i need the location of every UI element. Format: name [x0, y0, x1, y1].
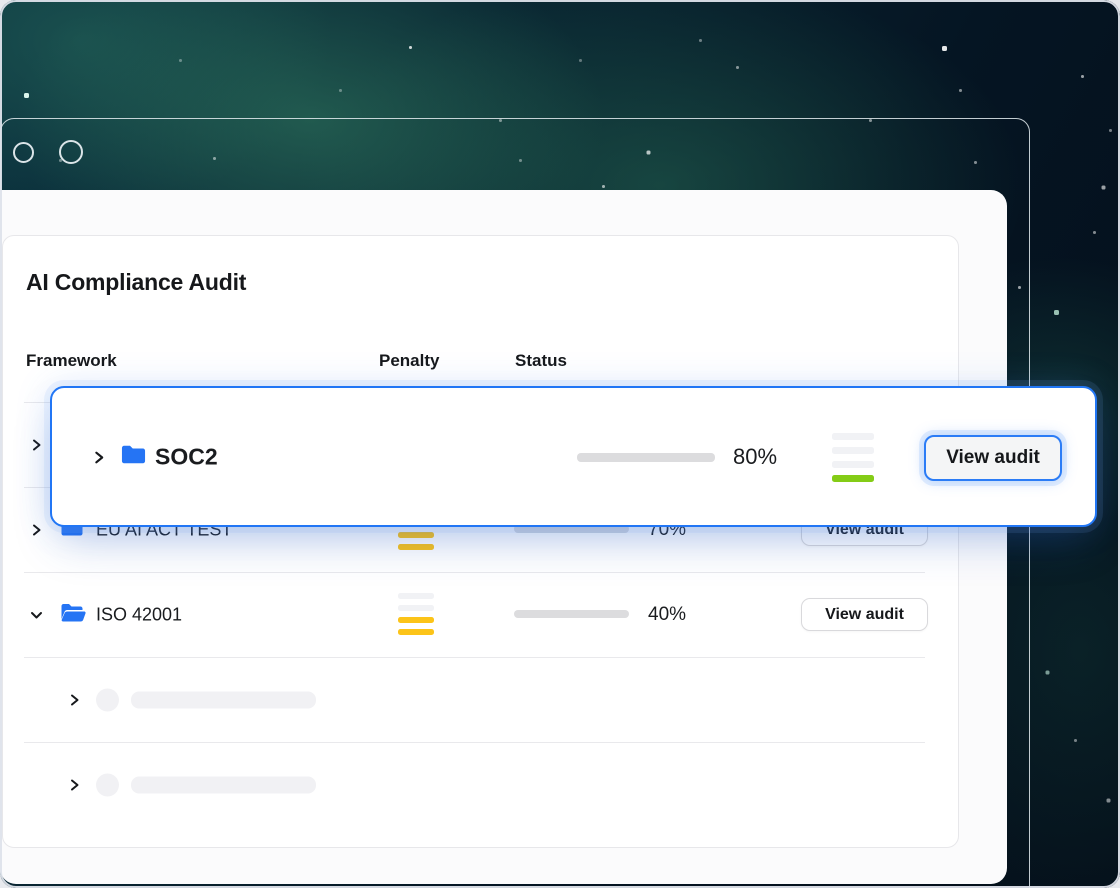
chevron-right-icon[interactable]: [29, 522, 44, 537]
window-control-icon[interactable]: [59, 140, 83, 164]
column-header-penalty: Penalty: [379, 351, 439, 371]
folder-icon: [120, 443, 147, 470]
column-header-status: Status: [515, 351, 567, 371]
skeleton-avatar: [96, 773, 119, 796]
view-audit-button[interactable]: View audit: [924, 435, 1062, 481]
progress-percent: 80%: [733, 444, 777, 470]
skeleton-row: [3, 657, 958, 742]
view-audit-button[interactable]: View audit: [801, 598, 928, 631]
compliance-audit-card: AI Compliance Audit Framework Penalty St…: [2, 235, 959, 848]
skeleton-avatar: [96, 688, 119, 711]
skeleton-row: [3, 742, 958, 827]
page-title: AI Compliance Audit: [26, 269, 246, 296]
chevron-right-icon[interactable]: [29, 437, 44, 452]
progress-bar: [514, 610, 629, 618]
screenshot-root: AI Compliance Audit Framework Penalty St…: [0, 0, 1120, 888]
chevron-down-icon[interactable]: [29, 607, 44, 622]
folder-open-icon: [60, 602, 86, 627]
skeleton-text-placeholder: [131, 776, 316, 793]
progress-bar: [577, 453, 715, 462]
table-row-iso-42001[interactable]: ISO 42001 40% View audit: [3, 572, 958, 657]
chevron-right-icon[interactable]: [91, 449, 106, 464]
chevron-right-icon[interactable]: [67, 692, 82, 707]
starfield-background: [0, 0, 1, 1]
window-control-icon[interactable]: [13, 142, 34, 163]
progress-percent: 40%: [648, 604, 686, 626]
framework-name: ISO 42001: [96, 604, 182, 625]
highlighted-row-popover-soc2[interactable]: SOC2 80% View audit: [50, 386, 1097, 527]
skeleton-text-placeholder: [131, 691, 316, 708]
chevron-right-icon[interactable]: [67, 777, 82, 792]
column-header-framework: Framework: [26, 351, 117, 371]
framework-name: SOC2: [155, 443, 218, 470]
